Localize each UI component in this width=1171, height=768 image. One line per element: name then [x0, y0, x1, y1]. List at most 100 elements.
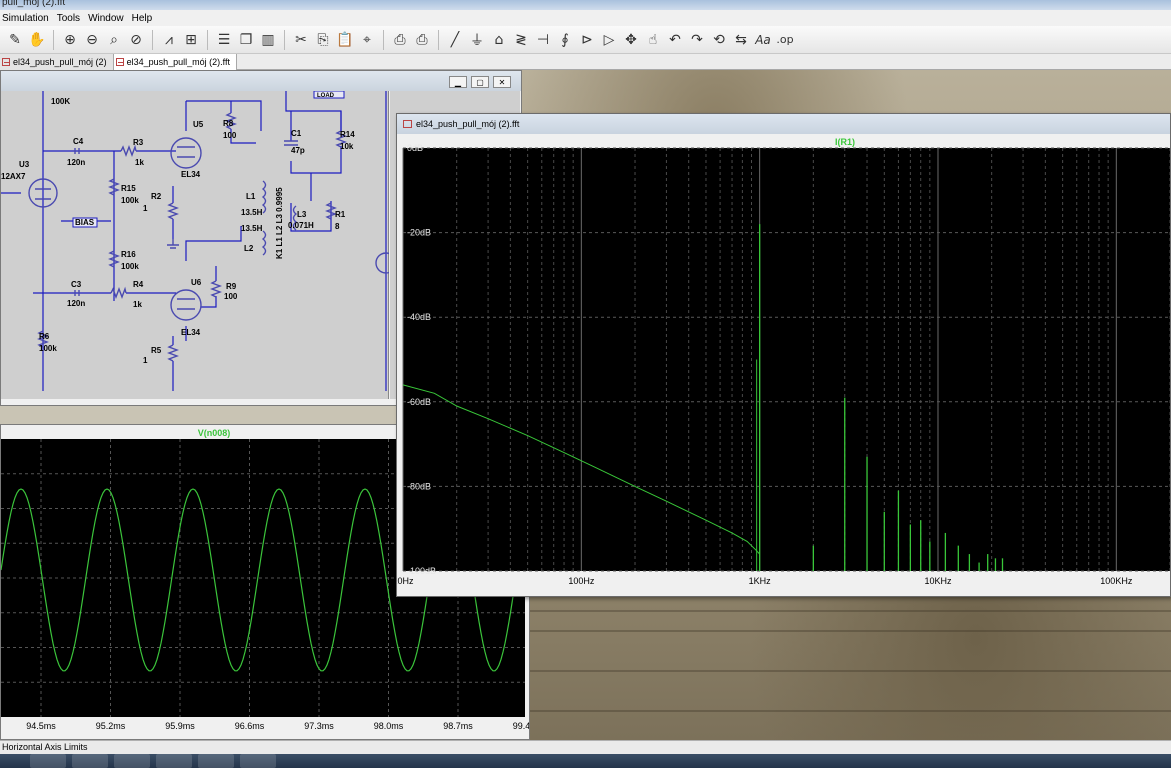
- wave-x-tick-label: 94.5ms: [26, 721, 56, 731]
- redo-icon[interactable]: ↷: [686, 29, 708, 51]
- schem-label: 1: [143, 204, 148, 213]
- zoom-in-icon[interactable]: ⊕: [59, 29, 81, 51]
- schem-label: L2: [244, 244, 254, 253]
- schem-label: 47p: [291, 146, 305, 155]
- tab-fft[interactable]: el34_push_pull_mój (2).fft: [113, 54, 237, 70]
- wave-x-tick-label: 95.2ms: [96, 721, 126, 731]
- mirror-icon[interactable]: ⇆: [730, 29, 752, 51]
- window-titlebar: pull_mój (2).fft: [0, 0, 1171, 10]
- close-button[interactable]: ✕: [493, 76, 511, 88]
- tab-strip: el34_push_pull_mój (2) el34_push_pull_mó…: [0, 54, 1171, 70]
- waveform-icon: [403, 120, 412, 128]
- schem-label: 100k: [121, 262, 139, 271]
- fft-y-tick-label: -100dB: [407, 566, 436, 576]
- waveform-icon: [2, 58, 10, 66]
- schem-label: EL34: [181, 170, 201, 179]
- schem-label: R2: [151, 192, 162, 201]
- menu-tools[interactable]: Tools: [55, 13, 86, 24]
- inductor-icon[interactable]: ∮: [554, 29, 576, 51]
- print-icon[interactable]: ⎙: [411, 29, 433, 51]
- schematic-titlebar[interactable]: [1, 71, 521, 91]
- schem-label: 120n: [67, 158, 85, 167]
- ruler-icon[interactable]: ⊞: [180, 29, 202, 51]
- pen-icon[interactable]: ✎: [4, 29, 26, 51]
- tile-horiz-icon[interactable]: ☰: [213, 29, 235, 51]
- print-setup-icon[interactable]: ⎙: [389, 29, 411, 51]
- waveform-icon: [115, 58, 124, 66]
- wave-x-tick-label: 98.0ms: [374, 721, 404, 731]
- undo-icon[interactable]: ↶: [664, 29, 686, 51]
- wire-icon[interactable]: ╱: [444, 29, 466, 51]
- taskbar-item[interactable]: [30, 754, 66, 768]
- menu-bar: Simulation Tools Window Help: [0, 10, 1171, 26]
- schem-label: K1 L1 L2 L3 0.9995: [275, 187, 284, 259]
- text-icon[interactable]: Aa: [752, 29, 774, 51]
- schem-label: R1: [335, 210, 346, 219]
- resistor-icon[interactable]: ≷: [510, 29, 532, 51]
- menu-help[interactable]: Help: [130, 13, 159, 24]
- schem-label: 13.5H: [241, 208, 263, 217]
- wave-x-tick-label: 96.6ms: [235, 721, 265, 731]
- fft-window[interactable]: el34_push_pull_mój (2).fft 0dB -20dB -40dB…: [396, 113, 1171, 597]
- tab-label: el34_push_pull_mój (2): [13, 57, 107, 67]
- window-title: pull_mój (2).fft: [2, 0, 66, 8]
- schem-label: R15: [121, 184, 136, 193]
- schem-label: 13.5H: [241, 224, 263, 233]
- fft-plot-area[interactable]: [403, 148, 1170, 571]
- hand-icon[interactable]: ✋: [26, 29, 48, 51]
- schematic-canvas[interactable]: 100K C4 120n R3 1k U5 R8 100 U3 12AX7 R1…: [1, 90, 397, 399]
- cascade-icon[interactable]: ❐: [235, 29, 257, 51]
- menu-simulation[interactable]: Simulation: [0, 13, 55, 24]
- paste-icon[interactable]: 📋: [334, 29, 356, 51]
- fft-x-tick-label: 1KHz: [749, 576, 772, 586]
- tab-label: el34_push_pull_mój (2).fft: [126, 57, 230, 67]
- fft-titlebar[interactable]: el34_push_pull_mój (2).fft: [397, 114, 1170, 134]
- menu-window[interactable]: Window: [86, 13, 130, 24]
- fft-trace-label[interactable]: I(R1): [835, 137, 855, 147]
- schem-label: 0.071H: [288, 221, 314, 230]
- zoom-cancel-icon[interactable]: ⊘: [125, 29, 147, 51]
- fft-y-tick-label: 0dB: [407, 143, 423, 153]
- schem-label: U5: [193, 120, 204, 129]
- find-icon[interactable]: ⌖: [356, 29, 378, 51]
- schem-label: 1k: [133, 300, 142, 309]
- move-icon[interactable]: ✥: [620, 29, 642, 51]
- taskbar-item[interactable]: [114, 754, 150, 768]
- taskbar-item[interactable]: [156, 754, 192, 768]
- label-net-icon[interactable]: ⌂: [488, 29, 510, 51]
- capacitor-icon[interactable]: ⊣: [532, 29, 554, 51]
- schem-label: EL34: [181, 328, 201, 337]
- autorange-icon[interactable]: ⩘: [158, 29, 180, 51]
- taskbar-item[interactable]: [240, 754, 276, 768]
- schem-label: 100K: [51, 97, 70, 106]
- fft-y-tick-label: -80dB: [407, 481, 431, 491]
- fft-x-tick-label: 10Hz: [397, 576, 414, 586]
- rotate-icon[interactable]: ⟲: [708, 29, 730, 51]
- component-icon[interactable]: ▷: [598, 29, 620, 51]
- copy-icon[interactable]: ⎘: [312, 29, 334, 51]
- status-text: Horizontal Axis Limits: [2, 742, 88, 752]
- wave-x-tick-label: 97.3ms: [304, 721, 334, 731]
- drag-icon[interactable]: ☝: [642, 29, 664, 51]
- taskbar-item[interactable]: [72, 754, 108, 768]
- tab-schematic[interactable]: el34_push_pull_mój (2): [0, 54, 114, 70]
- diode-icon[interactable]: ⊳: [576, 29, 598, 51]
- fft-x-tick-label: 10KHz: [924, 576, 952, 586]
- schem-label: R4: [133, 280, 144, 289]
- schem-label: R9: [226, 282, 237, 291]
- spice-directive-icon[interactable]: .op: [774, 29, 796, 51]
- load-label: LOAD: [317, 93, 335, 99]
- taskbar-item[interactable]: [198, 754, 234, 768]
- tile-vert-icon[interactable]: ▥: [257, 29, 279, 51]
- schem-label: 100: [224, 292, 238, 301]
- wave-trace-label[interactable]: V(n008): [198, 428, 231, 438]
- ground-icon[interactable]: ⏚: [466, 29, 488, 51]
- schem-label: R16: [121, 250, 136, 259]
- fft-window-title: el34_push_pull_mój (2).fft: [416, 119, 520, 129]
- zoom-out-icon[interactable]: ⊖: [81, 29, 103, 51]
- maximize-button[interactable]: ▢: [471, 76, 489, 88]
- minimize-button[interactable]: ▁: [449, 76, 467, 88]
- wave-x-tick-label: 98.7ms: [443, 721, 473, 731]
- zoom-area-icon[interactable]: ⌕: [103, 29, 125, 51]
- cut-icon[interactable]: ✂: [290, 29, 312, 51]
